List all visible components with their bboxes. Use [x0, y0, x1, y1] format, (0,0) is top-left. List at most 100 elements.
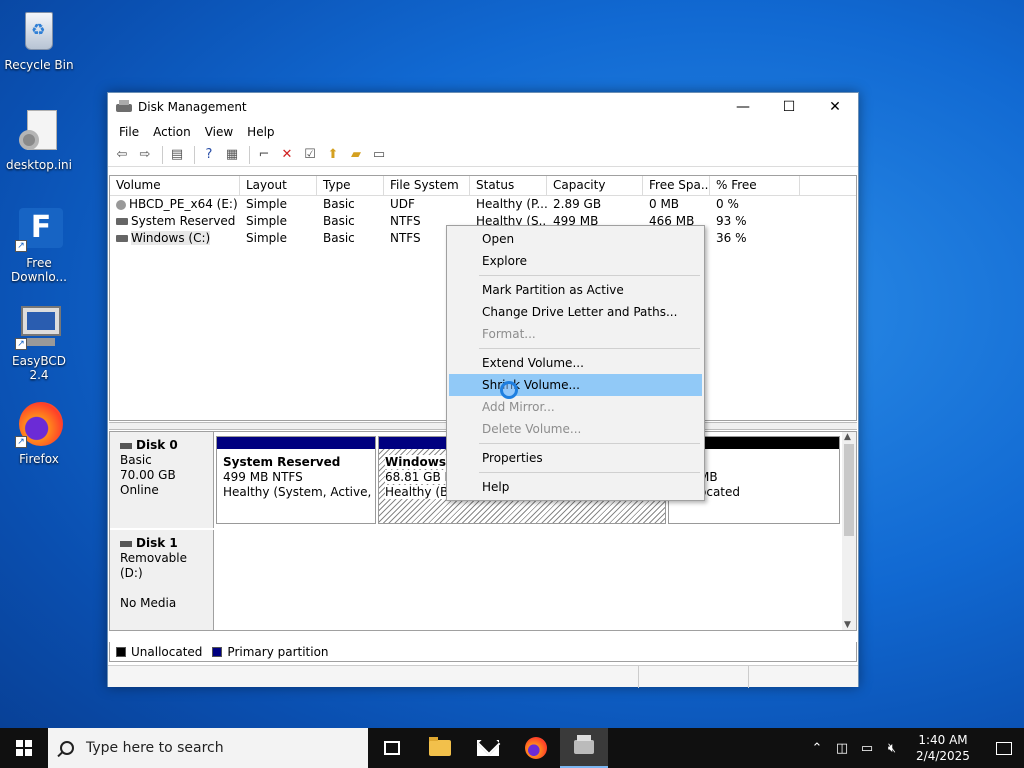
column-header-percent-free[interactable]: % Free — [710, 176, 800, 195]
cell-volume: System Reserved — [110, 213, 240, 230]
volume-list-header: Volume Layout Type File System Status Ca… — [110, 176, 856, 196]
status-bar — [108, 665, 858, 688]
menu-item-extend-volume[interactable]: Extend Volume... — [449, 352, 702, 374]
desktop-icon-label: Firefox — [19, 452, 59, 466]
clock-date: 2/4/2025 — [916, 749, 970, 763]
desktop-icon-recycle-bin[interactable]: Recycle Bin — [1, 8, 77, 72]
taskbar-search-box[interactable]: Type here to search — [48, 728, 368, 768]
unallocated-swatch — [116, 646, 126, 657]
back-arrow-icon[interactable]: ⇦ — [112, 145, 132, 165]
start-button[interactable] — [0, 728, 48, 768]
title-bar[interactable]: Disk Management — ☐ ✕ — [108, 93, 858, 121]
properties-icon[interactable]: ▭ — [369, 145, 389, 165]
minimize-button[interactable]: — — [720, 93, 766, 121]
partition-status: ocated — [699, 485, 740, 499]
column-header-type[interactable]: Type — [317, 176, 384, 195]
legend-primary: Primary partition — [227, 644, 329, 659]
column-header-free-space[interactable]: Free Spa... — [643, 176, 710, 195]
menu-file[interactable]: File — [112, 125, 146, 139]
menu-item-properties[interactable]: Properties — [449, 447, 702, 469]
desktop-icon-label: desktop.ini — [6, 158, 72, 172]
cell-percent-free: 0 % — [716, 197, 739, 211]
volume-muted-icon[interactable]: 🔇︎ — [881, 741, 903, 756]
search-icon — [60, 741, 74, 755]
disk-state: Online — [120, 483, 159, 497]
column-header-layout[interactable]: Layout — [240, 176, 317, 195]
menu-item-change-drive-letter[interactable]: Change Drive Letter and Paths... — [449, 301, 702, 323]
check-icon[interactable]: ☑ — [300, 145, 320, 165]
volume-name: System Reserved — [131, 214, 236, 228]
menu-item-shrink-volume[interactable]: Shrink Volume... — [449, 374, 702, 396]
task-view-button[interactable] — [368, 728, 416, 768]
menu-item-mark-partition-active[interactable]: Mark Partition as Active — [449, 279, 702, 301]
menu-separator — [479, 472, 700, 473]
column-header-status[interactable]: Status — [470, 176, 547, 195]
windows-logo-icon — [16, 740, 32, 756]
partition-info: System Reserved 499 MB NTFS Healthy (Sys… — [217, 449, 375, 500]
vertical-scrollbar[interactable]: ▲ ▼ — [842, 432, 856, 630]
cell-status: Healthy (P... — [476, 197, 547, 211]
desktop-icon-easybcd[interactable]: ↗ EasyBCD 2.4 — [1, 304, 77, 382]
disk-1-label[interactable]: Disk 1 Removable (D:) No Media — [110, 530, 214, 630]
clock[interactable]: 1:40 AM 2/4/2025 — [912, 732, 974, 764]
search-folder-icon[interactable]: ▰ — [346, 145, 366, 165]
desktop-icon-free-download-manager[interactable]: F ↗ Free Downlo... — [1, 206, 77, 284]
menu-action[interactable]: Action — [146, 125, 198, 139]
disk-media: No Media — [120, 596, 177, 610]
legend-unallocated: Unallocated — [131, 644, 203, 659]
menu-separator — [479, 443, 700, 444]
column-header-capacity[interactable]: Capacity — [547, 176, 643, 195]
menu-item-open[interactable]: Open — [449, 228, 702, 250]
column-header-volume[interactable]: Volume — [110, 176, 240, 195]
desktop-icon-firefox[interactable]: ↗ Firefox — [1, 402, 77, 466]
up-folder-icon[interactable]: ⬆ — [323, 145, 343, 165]
status-bar-segment — [638, 666, 639, 688]
toolbar-separator — [249, 145, 250, 164]
partition-system-reserved[interactable]: System Reserved 499 MB NTFS Healthy (Sys… — [216, 436, 376, 524]
task-view-icon — [384, 741, 400, 755]
toolbar-separator — [194, 145, 195, 164]
free-download-manager-icon: F ↗ — [15, 206, 63, 252]
menu-item-explore[interactable]: Explore — [449, 250, 702, 272]
connect-icon[interactable]: ⌐ — [254, 145, 274, 165]
file-explorer-button[interactable] — [416, 728, 464, 768]
network-icon[interactable]: ▭ — [856, 741, 878, 756]
disk-management-taskbar-button[interactable] — [560, 728, 608, 768]
desktop-icon-desktop-ini[interactable]: desktop.ini — [1, 108, 77, 172]
cell-volume: HBCD_PE_x64 (E:) — [110, 196, 240, 213]
help-icon[interactable]: ? — [199, 145, 219, 165]
firefox-icon — [525, 737, 547, 759]
cell-type: Basic — [323, 231, 355, 245]
drive-icon — [116, 235, 128, 242]
folder-icon — [429, 737, 451, 756]
scroll-down-icon[interactable]: ▼ — [844, 620, 851, 630]
mail-button[interactable] — [464, 728, 512, 768]
desktop-icon-label: EasyBCD 2.4 — [12, 354, 66, 382]
delete-icon[interactable]: ✕ — [277, 145, 297, 165]
firefox-taskbar-button[interactable] — [512, 728, 560, 768]
table-row[interactable]: HBCD_PE_x64 (E:) Simple Basic UDF Health… — [110, 196, 856, 213]
maximize-button[interactable]: ☐ — [766, 93, 812, 121]
cell-percent-free: 93 % — [716, 214, 747, 228]
primary-partition-swatch — [212, 646, 223, 657]
cd-drive-icon — [116, 199, 126, 210]
menu-item-help[interactable]: Help — [449, 476, 702, 498]
menu-view[interactable]: View — [198, 125, 240, 139]
column-header-file-system[interactable]: File System — [384, 176, 470, 195]
list-view-icon[interactable]: ▦ — [222, 145, 242, 165]
forward-arrow-icon[interactable]: ⇨ — [135, 145, 155, 165]
disk-0-label[interactable]: Disk 0 Basic 70.00 GB Online — [110, 432, 214, 528]
disk-name: Disk 0 — [120, 438, 213, 453]
cell-volume: Windows (C:) — [110, 230, 240, 247]
menu-help[interactable]: Help — [240, 125, 281, 139]
scroll-thumb[interactable] — [844, 444, 854, 536]
close-button[interactable]: ✕ — [812, 93, 858, 121]
firefox-icon: ↗ — [15, 402, 63, 448]
chevron-up-icon[interactable]: ⌃ — [806, 741, 828, 756]
cell-capacity: 2.89 GB — [553, 197, 602, 211]
notification-button[interactable] — [984, 728, 1024, 768]
meet-now-icon[interactable]: ◫ — [831, 741, 853, 756]
console-tree-icon[interactable]: ▤ — [167, 145, 187, 165]
volume-name: Windows (C:) — [131, 231, 211, 245]
scroll-up-icon[interactable]: ▲ — [844, 432, 851, 442]
